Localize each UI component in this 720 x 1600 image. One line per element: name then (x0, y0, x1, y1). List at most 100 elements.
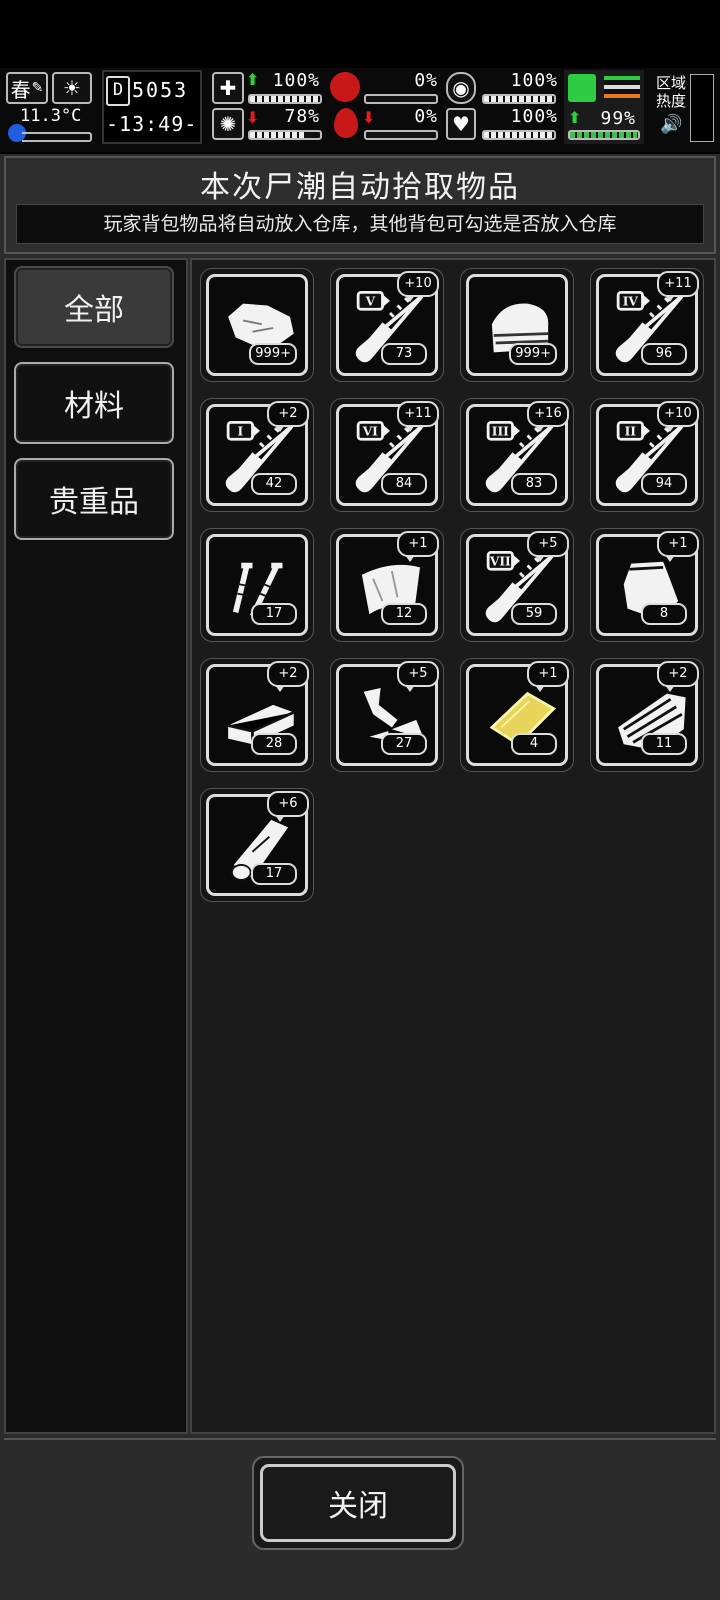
item-slot[interactable]: 11 +2 (590, 658, 704, 772)
item-slot[interactable]: 27 +5 (330, 658, 444, 772)
item-slot[interactable]: 999+ (460, 268, 574, 382)
mood-value: 100% (510, 70, 558, 91)
heart-bar (482, 130, 556, 140)
item-slot[interactable]: 17 (200, 528, 314, 642)
item-count: 28 (251, 733, 297, 755)
status-hud: 春 ✎ ☀ 11.3°C D 5053 -13:49- ✚ ⬆ 100% 0% … (0, 68, 720, 152)
region-heat-panel[interactable]: 区域热度 🔊 (654, 70, 716, 144)
day-icon: D (106, 76, 130, 106)
temperature-bar (22, 132, 92, 142)
stomach-icon (330, 72, 360, 102)
svg-text:V: V (365, 295, 376, 309)
item-slot[interactable]: IV 96 +11 (590, 268, 704, 382)
disease-bar (248, 130, 322, 140)
mood-icon: ◉ (446, 72, 476, 104)
item-count: 11 (641, 733, 687, 755)
item-count: 27 (381, 733, 427, 755)
item-bonus-badge: +16 (527, 401, 569, 432)
dialog-header: 本次尸潮自动拾取物品 玩家背包物品将自动放入仓库，其他背包可勾选是否放入仓库 (4, 156, 716, 254)
category-sidebar: 全部 材料 贵重品 (4, 258, 188, 1434)
item-count: 83 (511, 473, 557, 495)
item-bonus-badge: +5 (397, 661, 439, 692)
close-button[interactable]: 关闭 (252, 1456, 464, 1550)
item-bonus-badge: +11 (657, 271, 699, 302)
item-slot[interactable]: 8 +1 (590, 528, 704, 642)
svg-text:I: I (237, 425, 243, 439)
item-count: 17 (251, 603, 297, 625)
close-button-label: 关闭 (260, 1464, 456, 1542)
item-slot-frame: 999+ (466, 274, 568, 376)
auto-pickup-dialog: 本次尸潮自动拾取物品 玩家背包物品将自动放入仓库，其他背包可勾选是否放入仓库 全… (0, 154, 720, 1600)
item-slot[interactable]: 17 +6 (200, 788, 314, 902)
day-counter: 5053 (132, 78, 189, 102)
item-count: 8 (641, 603, 687, 625)
health-value: 100% (272, 70, 320, 91)
item-bonus-badge: +1 (397, 531, 439, 562)
svg-text:VI: VI (362, 425, 378, 439)
hunger-value: 0% (414, 70, 438, 91)
heart-icon: ♥ (446, 108, 476, 140)
svg-text:IV: IV (623, 295, 639, 309)
svg-text:II: II (625, 425, 637, 439)
item-bonus-badge: +2 (267, 661, 309, 692)
item-bonus-badge: +6 (267, 791, 309, 822)
tab-valuables[interactable]: 贵重品 (14, 458, 174, 540)
region-heat-label: 区域热度 (656, 74, 687, 110)
item-slot-frame: 999+ (206, 274, 308, 376)
heart-value: 100% (510, 106, 558, 127)
item-bonus-badge: +1 (657, 531, 699, 562)
svg-text:VII: VII (489, 555, 511, 569)
item-count: 96 (641, 343, 687, 365)
item-bonus-badge: +2 (267, 401, 309, 432)
item-slot[interactable]: V 73 +10 (330, 268, 444, 382)
sun-icon: ☀ (52, 72, 92, 104)
item-bonus-badge: +1 (527, 661, 569, 692)
item-grid: 999+ V 73 +10 999+ IV 96 +11 I 42 +2 VI 84 +11 III 83 +1… (190, 258, 716, 1434)
item-slot[interactable]: III 83 +16 (460, 398, 574, 512)
item-bonus-badge: +5 (527, 531, 569, 562)
tab-all[interactable]: 全部 (14, 266, 174, 348)
item-count: 59 (511, 603, 557, 625)
tab-materials[interactable]: 材料 (14, 362, 174, 444)
hunger-bar (364, 94, 438, 104)
item-slot[interactable]: I 42 +2 (200, 398, 314, 512)
stamina-bar (568, 130, 640, 140)
speaker-icon[interactable]: 🔊 (660, 114, 682, 135)
item-slot-frame: 17 (206, 534, 308, 636)
clock: -13:49- (106, 112, 198, 136)
dialog-subtitle: 玩家背包物品将自动放入仓库，其他背包可勾选是否放入仓库 (16, 204, 704, 244)
date-clock-panel: D 5053 -13:49- (102, 70, 202, 144)
item-count: 94 (641, 473, 687, 495)
item-count: 42 (251, 473, 297, 495)
item-count: 84 (381, 473, 427, 495)
svg-text:III: III (492, 425, 509, 439)
season-badge: 春 ✎ (6, 72, 48, 104)
item-slot[interactable]: VII 59 +5 (460, 528, 574, 642)
item-bonus-badge: +10 (657, 401, 699, 432)
stamina-value: 99% (600, 108, 636, 129)
season-label: 春 (10, 77, 31, 102)
item-count: 4 (511, 733, 557, 755)
stamina-panel: ⬆ 99% (564, 70, 644, 144)
item-slot[interactable]: II 94 +10 (590, 398, 704, 512)
thirst-value: 0% (414, 106, 438, 127)
item-slot[interactable]: 4 +1 (460, 658, 574, 772)
water-drop-icon (334, 108, 358, 138)
feather-icon: ✎ (31, 80, 44, 96)
item-bonus-badge: +10 (397, 271, 439, 302)
stripes-icon (604, 76, 640, 98)
thirst-bar (364, 130, 438, 140)
item-count: 73 (381, 343, 427, 365)
item-bonus-badge: +11 (397, 401, 439, 432)
item-slot[interactable]: 999+ (200, 268, 314, 382)
item-count: 999+ (509, 343, 557, 365)
item-slot[interactable]: VI 84 +11 (330, 398, 444, 512)
mood-bar (482, 94, 556, 104)
item-slot[interactable]: 12 +1 (330, 528, 444, 642)
item-slot[interactable]: 28 +2 (200, 658, 314, 772)
region-heat-meter (690, 74, 714, 142)
item-bonus-badge: +2 (657, 661, 699, 692)
item-count: 999+ (249, 343, 297, 365)
item-count: 12 (381, 603, 427, 625)
dialog-title: 本次尸潮自动拾取物品 (200, 170, 520, 205)
